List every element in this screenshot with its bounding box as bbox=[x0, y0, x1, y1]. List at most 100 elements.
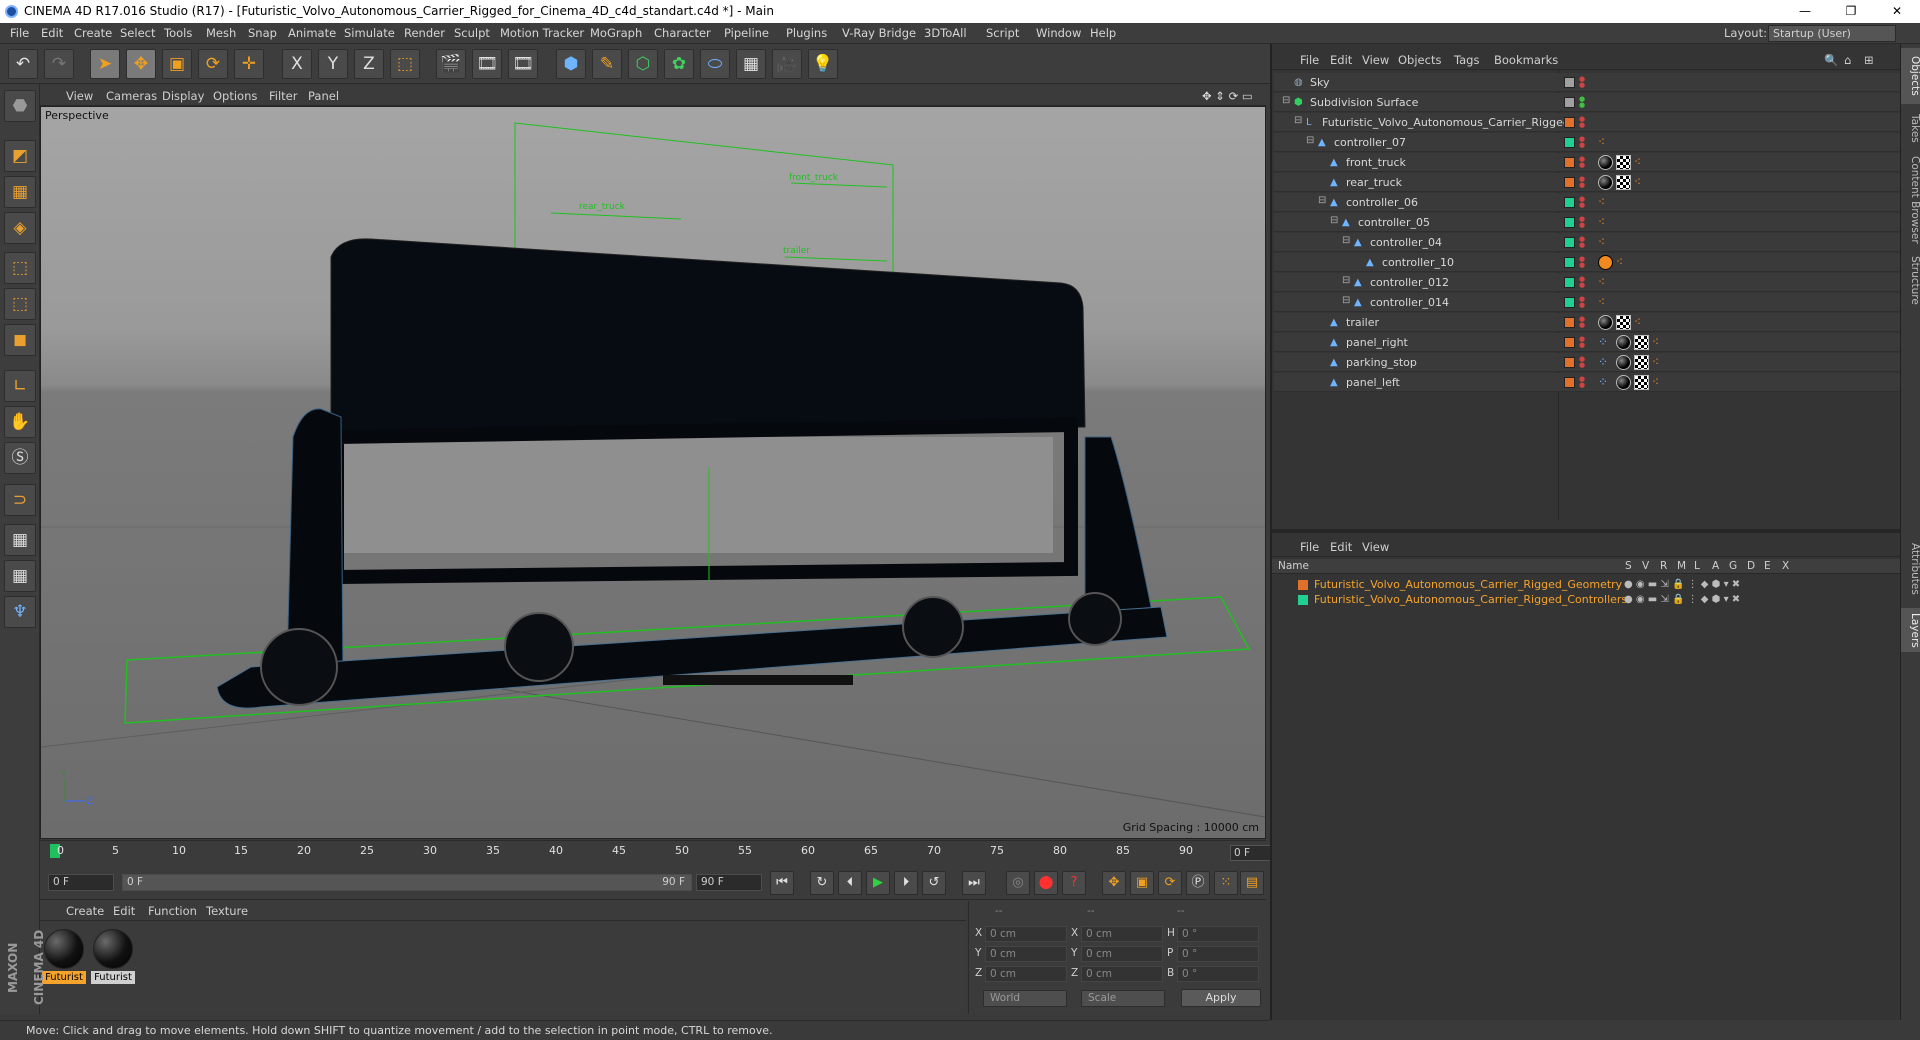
layer-menu-file[interactable]: File bbox=[1300, 537, 1319, 557]
object-row[interactable]: ⊟ L Futuristic_Volvo_Autonomous_Carrier_Ri… bbox=[1274, 113, 1900, 132]
size-z-field[interactable]: 0 cm bbox=[1081, 966, 1163, 982]
rotation-h-field[interactable]: 0 ° bbox=[1177, 926, 1259, 942]
object-menu-objects[interactable]: Objects bbox=[1398, 50, 1441, 70]
object-row[interactable]: ▲ controller_10 ● ● ⁖ bbox=[1274, 253, 1900, 272]
object-row[interactable]: ▲ parking_stop ● ● ⁘ ⁖ bbox=[1274, 353, 1900, 372]
material-tag-icon[interactable] bbox=[1616, 335, 1631, 350]
object-menu-view[interactable]: View bbox=[1362, 50, 1389, 70]
tab-content-browser[interactable]: Content Browser bbox=[1901, 152, 1920, 248]
loop-forward-icon[interactable]: ↺ bbox=[922, 871, 946, 895]
axis-mode-icon[interactable]: ∟ bbox=[4, 370, 36, 402]
object-row[interactable]: ⊟ ▲ controller_05 ● ● ⁖ bbox=[1274, 213, 1900, 232]
mograph-cloner-icon[interactable]: ✿ bbox=[664, 49, 694, 79]
xpresso-tag-icon[interactable]: ⁖ bbox=[1634, 315, 1649, 330]
make-editable-icon[interactable]: ⬣ bbox=[4, 90, 36, 122]
visibility-toggle-icon[interactable]: ● ● bbox=[1579, 196, 1585, 209]
key-pla-icon[interactable]: ⁙ bbox=[1214, 871, 1238, 895]
y-axis-icon[interactable]: Y bbox=[318, 49, 348, 79]
layer-row[interactable]: Futuristic_Volvo_Autonomous_Carrier_Rigg… bbox=[1274, 577, 1900, 592]
step-forward-icon[interactable]: ⏵ bbox=[894, 871, 918, 895]
layer-color-swatch[interactable] bbox=[1564, 297, 1575, 308]
layer-color-swatch[interactable] bbox=[1564, 237, 1575, 248]
magnet-icon[interactable]: ⊃ bbox=[4, 484, 36, 516]
layer-color-swatch[interactable] bbox=[1564, 77, 1575, 88]
layer-row[interactable]: Futuristic_Volvo_Autonomous_Carrier_Rigg… bbox=[1274, 592, 1900, 607]
menu-script[interactable]: Script bbox=[986, 23, 1019, 44]
object-row[interactable]: ▲ rear_truck ● ● ⁖ bbox=[1274, 173, 1900, 192]
object-row[interactable]: ▲ panel_left ● ● ⁘ ⁖ bbox=[1274, 373, 1900, 392]
menu-mograph[interactable]: MoGraph bbox=[590, 23, 642, 44]
object-search-icon[interactable]: 🔍 bbox=[1824, 50, 1838, 70]
rotate-icon[interactable]: ⟳ bbox=[198, 49, 228, 79]
layer-color-swatch[interactable] bbox=[1564, 337, 1575, 348]
object-row[interactable]: ⊟ ▲ controller_04 ● ● ⁖ bbox=[1274, 233, 1900, 252]
object-row[interactable]: ▲ trailer ● ● ⁖ bbox=[1274, 313, 1900, 332]
menu-window[interactable]: Window bbox=[1036, 23, 1081, 44]
rotation-b-field[interactable]: 0 ° bbox=[1177, 966, 1259, 982]
visibility-toggle-icon[interactable]: ● ● bbox=[1579, 316, 1585, 329]
object-new-view-icon[interactable]: ⊞ bbox=[1864, 50, 1874, 70]
expand-toggle-icon[interactable]: ⊟ bbox=[1330, 215, 1338, 226]
xpresso-tag-icon[interactable]: ⁘ bbox=[1598, 335, 1613, 350]
visibility-toggle-icon[interactable]: ● ● bbox=[1579, 96, 1585, 109]
apply-button[interactable]: Apply bbox=[1181, 989, 1261, 1007]
go-to-end-icon[interactable]: ⏭ bbox=[962, 871, 986, 895]
layer-color-swatch[interactable] bbox=[1564, 277, 1575, 288]
menu-simulate[interactable]: Simulate bbox=[344, 23, 395, 44]
object-row[interactable]: ▲ front_truck ● ● ⁖ bbox=[1274, 153, 1900, 172]
layer-color-swatch[interactable] bbox=[1564, 357, 1575, 368]
size-y-field[interactable]: 0 cm bbox=[1081, 946, 1163, 962]
viewport-menu-filter[interactable]: Filter bbox=[269, 86, 297, 106]
light-icon[interactable]: 💡 bbox=[808, 49, 838, 79]
material-tag-icon[interactable] bbox=[1598, 315, 1613, 330]
polygons-mode-icon[interactable]: ◼ bbox=[4, 324, 36, 356]
texture-mode-icon[interactable]: ▦ bbox=[4, 176, 36, 208]
current-frame-field[interactable]: 0 F bbox=[48, 874, 114, 891]
xpresso-tag-icon[interactable]: ⁖ bbox=[1598, 215, 1613, 230]
layer-color-swatch[interactable] bbox=[1298, 580, 1308, 590]
menu-tools[interactable]: Tools bbox=[164, 23, 192, 44]
layer-menu-edit[interactable]: Edit bbox=[1330, 537, 1352, 557]
play-icon[interactable]: ▶ bbox=[866, 871, 890, 895]
timeline-ruler[interactable]: 0 5 10 15 20 25 30 35 40 45 50 55 60 65 … bbox=[40, 840, 1292, 866]
menu-character[interactable]: Character bbox=[654, 23, 711, 44]
viewport-menu-cameras[interactable]: Cameras bbox=[106, 86, 157, 106]
object-row[interactable]: ⊟ ▲ controller_012 ● ● ⁖ bbox=[1274, 273, 1900, 292]
material-tag-icon[interactable] bbox=[1616, 375, 1631, 390]
visibility-toggle-icon[interactable]: ● ● bbox=[1579, 216, 1585, 229]
expand-toggle-icon[interactable]: ⊟ bbox=[1306, 135, 1314, 146]
layer-color-swatch[interactable] bbox=[1564, 217, 1575, 228]
size-mode-select[interactable]: Scale bbox=[1081, 990, 1165, 1007]
menu-plugins[interactable]: Plugins bbox=[786, 23, 827, 44]
render-view-icon[interactable]: 🎬 bbox=[436, 49, 466, 79]
snap-icon[interactable]: Ⓢ bbox=[4, 442, 36, 474]
layer-color-swatch[interactable] bbox=[1564, 197, 1575, 208]
material-menu-create[interactable]: Create bbox=[66, 901, 104, 921]
visibility-toggle-icon[interactable]: ● ● bbox=[1579, 116, 1585, 129]
menu-select[interactable]: Select bbox=[120, 23, 155, 44]
visibility-toggle-icon[interactable]: ● ● bbox=[1579, 276, 1585, 289]
python-icon[interactable]: ♆ bbox=[4, 596, 36, 628]
record-keys-icon[interactable]: ⬤ bbox=[1034, 871, 1058, 895]
xpresso-tag-icon[interactable]: ⁖ bbox=[1598, 295, 1613, 310]
layout-select[interactable]: Startup (User) bbox=[1768, 25, 1896, 42]
texture-tag-icon[interactable] bbox=[1616, 155, 1631, 170]
key-scale-icon[interactable]: ▣ bbox=[1130, 871, 1154, 895]
deformer-icon[interactable]: ⬭ bbox=[700, 49, 730, 79]
object-menu-edit[interactable]: Edit bbox=[1330, 50, 1352, 70]
xpresso-tag-icon[interactable]: ⁖ bbox=[1598, 195, 1613, 210]
tab-layers[interactable]: Layers bbox=[1901, 608, 1920, 652]
workplane-mode-icon[interactable]: ◈ bbox=[4, 212, 36, 244]
layer-color-swatch[interactable] bbox=[1564, 317, 1575, 328]
layer-color-swatch[interactable] bbox=[1564, 377, 1575, 388]
object-row[interactable]: ⊟ ▲ controller_014 ● ● ⁖ bbox=[1274, 293, 1900, 312]
layer-color-swatch[interactable] bbox=[1564, 177, 1575, 188]
expand-toggle-icon[interactable]: ⊟ bbox=[1282, 95, 1290, 106]
expand-toggle-icon[interactable]: ⊟ bbox=[1342, 295, 1350, 306]
xpresso-tag-icon[interactable]: ⁘ bbox=[1598, 355, 1613, 370]
lock-workplane-icon[interactable]: ▦ bbox=[4, 524, 36, 556]
render-settings-icon[interactable]: 🎞 bbox=[508, 49, 538, 79]
camera-icon[interactable]: 🎥 bbox=[772, 49, 802, 79]
workplane-grid-icon[interactable]: ▦ bbox=[4, 560, 36, 592]
object-row[interactable]: ⊟ ▲ controller_06 ● ● ⁖ bbox=[1274, 193, 1900, 212]
